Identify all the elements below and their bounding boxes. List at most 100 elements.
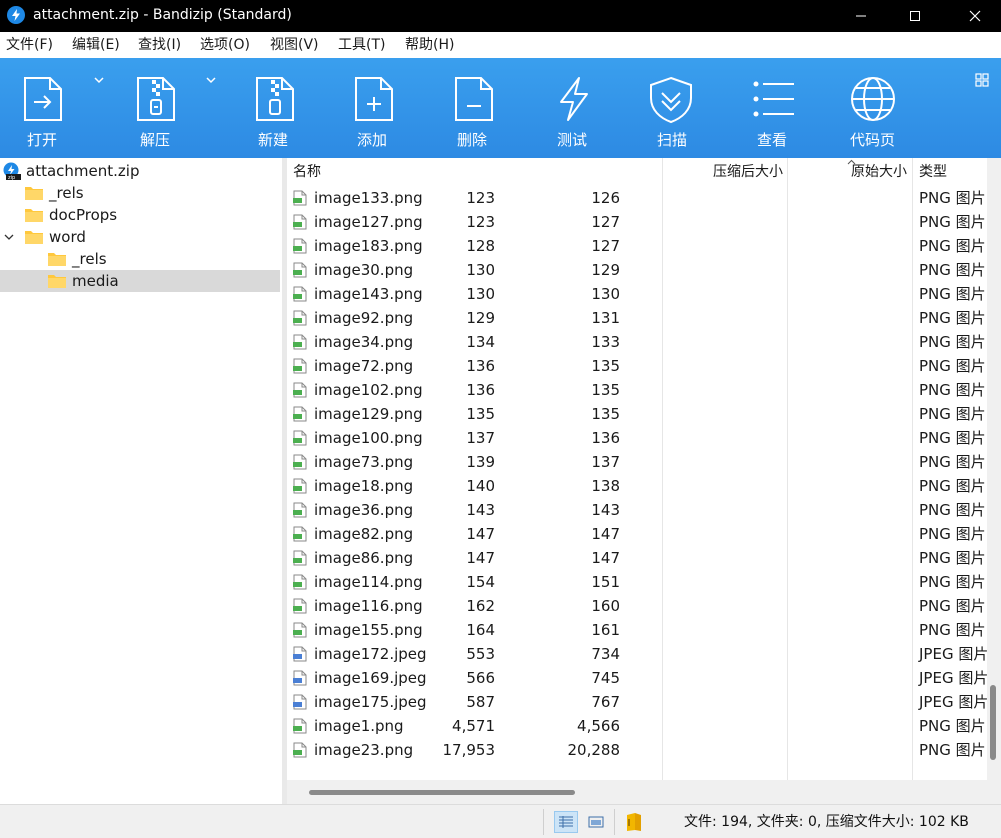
compressed-size: 147 xyxy=(466,525,495,543)
compressed-size: 128 xyxy=(466,237,495,255)
compressed-size: 147 xyxy=(466,549,495,567)
png-file-icon xyxy=(293,718,307,734)
original-size: 129 xyxy=(591,261,620,279)
scan-button[interactable]: 扫描 xyxy=(640,58,720,158)
table-row[interactable]: image183.png 128 127 PNG 图片 xyxy=(287,234,987,258)
add-button[interactable]: 添加 xyxy=(340,58,420,158)
extract-dropdown-icon[interactable] xyxy=(206,76,216,84)
view-button[interactable]: 查看 xyxy=(740,58,820,158)
extract-zip-icon xyxy=(137,77,175,121)
menu-find[interactable]: 查找(I) xyxy=(138,37,181,54)
archive-info-button[interactable] xyxy=(622,811,646,833)
menu-file[interactable]: 文件(F) xyxy=(6,37,53,54)
menu-edit[interactable]: 编辑(E) xyxy=(72,37,120,54)
horizontal-scrollbar[interactable] xyxy=(287,780,1001,804)
tree-item-media[interactable]: media xyxy=(0,270,280,292)
table-row[interactable]: image82.png 147 147 PNG 图片 xyxy=(287,522,987,546)
compressed-size: 143 xyxy=(466,501,495,519)
table-row[interactable]: image172.jpeg 553 734 JPEG 图片 xyxy=(287,642,988,666)
menu-options[interactable]: 选项(O) xyxy=(200,37,250,54)
preview-pane-button[interactable] xyxy=(584,811,608,833)
tree-item-word-rels[interactable]: _rels xyxy=(0,248,280,270)
table-row[interactable]: image86.png 147 147 PNG 图片 xyxy=(287,546,987,570)
horizontal-scrollbar-thumb[interactable] xyxy=(309,790,575,795)
details-view-button[interactable] xyxy=(554,811,578,833)
column-header-original[interactable]: 原始大小 xyxy=(851,164,907,181)
menu-bar: 文件(F) 编辑(E) 查找(I) 选项(O) 视图(V) 工具(T) 帮助(H… xyxy=(0,32,1001,58)
original-size: 127 xyxy=(591,213,620,231)
title-bar: attachment.zip - Bandizip (Standard) xyxy=(0,0,1001,32)
folder-icon xyxy=(25,231,43,244)
png-file-icon xyxy=(293,478,307,494)
png-file-icon xyxy=(293,430,307,446)
compressed-size: 130 xyxy=(466,285,495,303)
table-row[interactable]: image72.png 136 135 PNG 图片 xyxy=(287,354,987,378)
tree-item-label: media xyxy=(72,272,119,290)
chevron-down-icon[interactable] xyxy=(4,233,14,241)
minimize-button[interactable] xyxy=(838,0,884,32)
tree-item-word[interactable]: word xyxy=(0,226,280,248)
table-row[interactable]: image1.png 4,571 4,566 PNG 图片 xyxy=(287,714,987,738)
table-row[interactable]: image36.png 143 143 PNG 图片 xyxy=(287,498,987,522)
file-type: PNG 图片 xyxy=(919,501,986,519)
table-row[interactable]: image116.png 162 160 PNG 图片 xyxy=(287,594,987,618)
menu-tools[interactable]: 工具(T) xyxy=(338,37,385,54)
table-row[interactable]: image155.png 164 161 PNG 图片 xyxy=(287,618,987,642)
file-name: image175.jpeg xyxy=(314,693,427,711)
file-type: PNG 图片 xyxy=(919,621,986,639)
original-size: 161 xyxy=(591,621,620,639)
menu-help[interactable]: 帮助(H) xyxy=(405,37,454,54)
table-row[interactable]: image169.jpeg 566 745 JPEG 图片 xyxy=(287,666,989,690)
compressed-size: 135 xyxy=(466,405,495,423)
table-row[interactable]: image102.png 136 135 PNG 图片 xyxy=(287,378,987,402)
status-separator xyxy=(543,809,544,835)
table-row[interactable]: image18.png 140 138 PNG 图片 xyxy=(287,474,987,498)
file-name: image100.png xyxy=(314,429,423,447)
layout-grid-icon[interactable] xyxy=(975,73,989,87)
png-file-icon xyxy=(293,286,307,302)
table-row[interactable]: image143.png 130 130 PNG 图片 xyxy=(287,282,987,306)
close-button[interactable] xyxy=(952,0,998,32)
open-label: 打开 xyxy=(27,131,58,149)
file-type: JPEG 图片 xyxy=(919,669,989,687)
compressed-size: 139 xyxy=(466,453,495,471)
book-icon xyxy=(627,813,641,831)
tree-item-root[interactable]: zip attachment.zip xyxy=(0,160,280,182)
column-header-compressed[interactable]: 压缩后大小 xyxy=(713,164,783,181)
png-file-icon xyxy=(293,238,307,254)
folder-icon xyxy=(48,253,66,266)
vertical-scrollbar[interactable] xyxy=(987,158,1001,780)
new-button[interactable]: 新建 xyxy=(240,58,320,158)
tree-item-rels[interactable]: _rels xyxy=(0,182,280,204)
jpeg-file-icon xyxy=(293,694,307,710)
vertical-scrollbar-thumb[interactable] xyxy=(990,685,996,760)
open-button[interactable]: 打开 xyxy=(0,58,110,158)
column-header-type[interactable]: 类型 xyxy=(919,164,947,181)
maximize-button[interactable] xyxy=(892,0,938,32)
extract-button[interactable]: 解压 xyxy=(120,58,230,158)
codepage-button[interactable]: 代码页 xyxy=(840,58,920,158)
table-row[interactable]: image175.jpeg 587 767 JPEG 图片 xyxy=(287,690,988,714)
table-row[interactable]: image100.png 137 136 PNG 图片 xyxy=(287,426,987,450)
table-row[interactable]: image127.png 123 127 PNG 图片 xyxy=(287,210,987,234)
open-dropdown-icon[interactable] xyxy=(94,76,104,84)
test-button[interactable]: 测试 xyxy=(540,58,620,158)
original-size: 137 xyxy=(591,453,620,471)
column-header-name[interactable]: 名称 xyxy=(293,164,321,181)
table-row[interactable]: image34.png 134 133 PNG 图片 xyxy=(287,330,987,354)
menu-view[interactable]: 视图(V) xyxy=(270,37,319,54)
table-row[interactable]: image114.png 154 151 PNG 图片 xyxy=(287,570,987,594)
original-size: 135 xyxy=(591,357,620,375)
table-row[interactable]: image23.png 17,953 20,288 PNG 图片 xyxy=(287,738,987,762)
file-name: image92.png xyxy=(314,309,414,327)
file-type: PNG 图片 xyxy=(919,213,986,231)
table-row[interactable]: image92.png 129 131 PNG 图片 xyxy=(287,306,987,330)
delete-button[interactable]: 删除 xyxy=(440,58,520,158)
table-row[interactable]: image30.png 130 129 PNG 图片 xyxy=(287,258,987,282)
table-row[interactable]: image133.png 123 126 PNG 图片 xyxy=(287,186,987,210)
folder-tree: zip attachment.zip _rels docProps word _… xyxy=(0,158,282,804)
tree-item-docprops[interactable]: docProps xyxy=(0,204,280,226)
table-row[interactable]: image73.png 139 137 PNG 图片 xyxy=(287,450,987,474)
png-file-icon xyxy=(293,622,307,638)
table-row[interactable]: image129.png 135 135 PNG 图片 xyxy=(287,402,987,426)
